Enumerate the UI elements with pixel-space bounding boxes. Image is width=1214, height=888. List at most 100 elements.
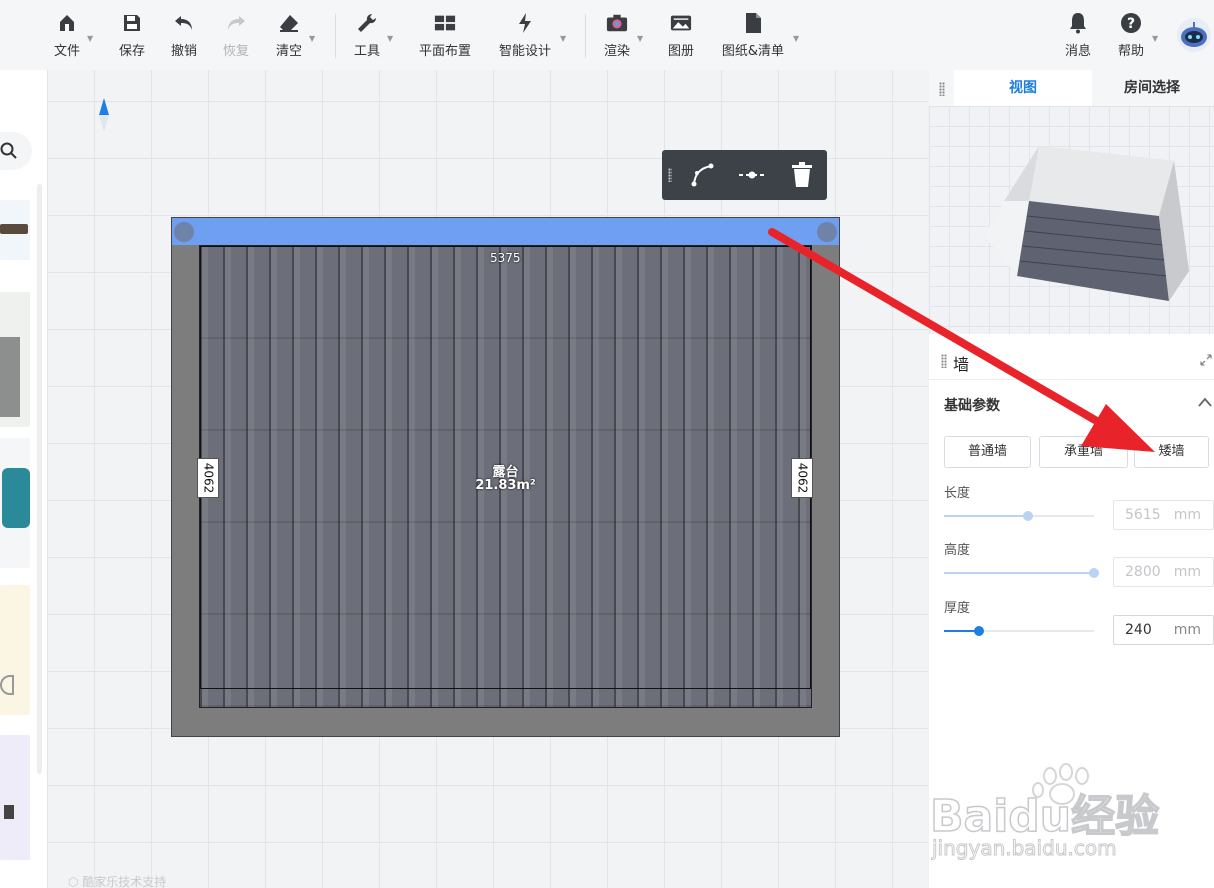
- group-title: 基础参数: [944, 398, 1000, 414]
- tools-label: 工具: [353, 44, 380, 59]
- tab-room-select[interactable]: 房间选择: [1092, 70, 1212, 106]
- chevron-up-icon[interactable]: [1197, 396, 1213, 408]
- help-label: 帮助: [1117, 44, 1144, 59]
- param-label: 高度: [944, 543, 971, 558]
- param-label: 厚度: [944, 601, 971, 616]
- messages-label: 消息: [1064, 44, 1091, 59]
- image-icon: [670, 12, 692, 34]
- save-icon: [121, 12, 143, 34]
- drag-handle[interactable]: [941, 354, 947, 368]
- chevron-down-icon[interactable]: ▼: [387, 34, 393, 43]
- undo-button[interactable]: 撤销: [169, 12, 199, 62]
- drawings-button[interactable]: 图纸&清单: [719, 12, 787, 62]
- floor-plan-button[interactable]: 平面布置: [417, 12, 473, 62]
- param-unit: mm: [1173, 507, 1201, 523]
- robot-avatar-icon[interactable]: [1177, 18, 1211, 52]
- wall-type-low[interactable]: 矮墙: [1134, 436, 1209, 468]
- wall-type-normal[interactable]: 普通墙: [944, 436, 1031, 468]
- section-title: 墙: [953, 355, 970, 374]
- chevron-down-icon[interactable]: ▼: [793, 34, 799, 43]
- tab-view[interactable]: 视图: [954, 70, 1092, 106]
- slider-knob[interactable]: [1089, 568, 1099, 578]
- baidu-watermark: Baidu经验 jingyan.baidu.com: [929, 760, 1214, 880]
- drag-handle[interactable]: [939, 82, 945, 96]
- wall-endpoint-handle[interactable]: [174, 222, 194, 242]
- param-unit: mm: [1173, 564, 1201, 580]
- library-scrollbar[interactable]: [37, 184, 42, 774]
- trash-icon[interactable]: [790, 161, 814, 189]
- bell-icon: [1067, 12, 1089, 34]
- clear-button[interactable]: 清空: [274, 12, 304, 62]
- chevron-down-icon[interactable]: ▼: [309, 34, 315, 43]
- support-note: ⬡ 酷家乐技术支持: [68, 875, 167, 888]
- save-label: 保存: [118, 44, 145, 59]
- room-terrace[interactable]: 5375 4062 4062 露台 21.83m²: [171, 217, 840, 737]
- file-menu-button[interactable]: 文件: [52, 12, 82, 62]
- param-unit: mm: [1173, 622, 1201, 638]
- camera-icon: [606, 12, 628, 34]
- chevron-down-icon[interactable]: ▼: [87, 34, 93, 43]
- drag-handle[interactable]: [668, 168, 672, 182]
- redo-label: 恢复: [222, 44, 249, 59]
- expand-icon[interactable]: [1200, 354, 1212, 366]
- param-label: 长度: [944, 486, 971, 501]
- param-slider[interactable]: [944, 511, 1094, 521]
- library-search-box[interactable]: [0, 132, 32, 170]
- library-item-chair[interactable]: [0, 438, 30, 568]
- render-button[interactable]: 渲染: [602, 12, 632, 62]
- slider-knob[interactable]: [1023, 511, 1033, 521]
- param-value-input[interactable]: 240 mm: [1113, 615, 1214, 645]
- compass-icon[interactable]: [98, 98, 110, 138]
- save-button[interactable]: 保存: [117, 12, 147, 62]
- toolbar-divider: [585, 14, 586, 58]
- wall-endpoint-handle[interactable]: [817, 222, 837, 242]
- top-toolbar: 文件 ▼ 保存 撤销 恢复 清空 ▼ 工具 ▼ 平面布置 智能设计 ▼ 渲染 ▼…: [0, 0, 1214, 70]
- library-item-office-chair[interactable]: [0, 735, 30, 860]
- smart-design-button[interactable]: 智能设计: [497, 12, 553, 62]
- floor-plan-canvas[interactable]: 5375 4062 4062 露台 21.83m² ⬡ 酷家乐技术支持: [48, 70, 928, 888]
- help-icon: ?: [1120, 12, 1142, 34]
- library-item-sofa[interactable]: [0, 200, 30, 260]
- param-slider[interactable]: [944, 568, 1099, 578]
- model-library-panel: [0, 70, 48, 888]
- floor-plan-label: 平面布置: [418, 44, 471, 59]
- param-value-input[interactable]: 2800 mm: [1113, 557, 1214, 587]
- render-label: 渲染: [603, 44, 630, 59]
- view-tabs: 视图 房间选择: [929, 70, 1214, 106]
- split-tool-icon[interactable]: [738, 162, 766, 188]
- clear-label: 清空: [275, 44, 302, 59]
- library-item-cabinet[interactable]: [0, 292, 30, 427]
- chevron-down-icon[interactable]: ▼: [1152, 34, 1158, 43]
- magic-icon: [514, 12, 536, 34]
- slider-knob[interactable]: [973, 626, 984, 636]
- svg-text:?: ?: [1127, 16, 1135, 32]
- chevron-down-icon[interactable]: ▼: [637, 34, 643, 43]
- param-value: 5615: [1125, 507, 1161, 523]
- redo-button[interactable]: 恢复: [221, 12, 251, 62]
- param-value-input[interactable]: 5615 mm: [1113, 500, 1214, 530]
- param-value: 240: [1125, 622, 1152, 638]
- 3d-preview[interactable]: [929, 106, 1214, 334]
- tools-menu-button[interactable]: 工具: [352, 12, 382, 62]
- chevron-down-icon[interactable]: ▼: [560, 34, 566, 43]
- file-label: 文件: [53, 44, 80, 59]
- drawings-label: 图纸&清单: [721, 44, 785, 59]
- help-button[interactable]: ? 帮助: [1116, 12, 1146, 62]
- undo-label: 撤销: [170, 44, 197, 59]
- album-label: 图册: [667, 44, 694, 59]
- wall-section-header: 墙: [929, 342, 1214, 380]
- curve-tool-icon[interactable]: [690, 162, 716, 188]
- param-slider[interactable]: [944, 626, 1094, 636]
- wall-floating-toolbar: [662, 150, 827, 200]
- selected-wall[interactable]: [172, 218, 839, 245]
- messages-button[interactable]: 消息: [1063, 12, 1093, 62]
- eraser-icon: [278, 12, 300, 34]
- wall-type-load-bearing[interactable]: 承重墙: [1039, 436, 1128, 468]
- smart-design-label: 智能设计: [498, 44, 551, 59]
- document-icon: [742, 12, 764, 34]
- undo-icon: [173, 12, 195, 34]
- library-item-lamp[interactable]: [0, 585, 30, 715]
- album-button[interactable]: 图册: [666, 12, 696, 62]
- search-icon: [0, 142, 17, 159]
- slider-fill: [944, 572, 1094, 574]
